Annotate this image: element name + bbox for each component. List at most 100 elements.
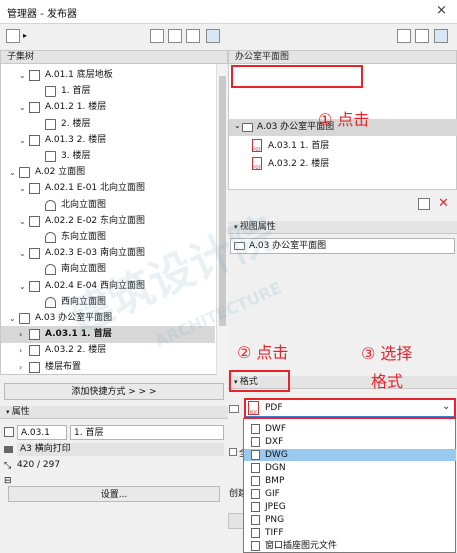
publisher-view-icon-right[interactable]: [434, 29, 448, 43]
chevron-down-icon[interactable]: ⌄: [19, 213, 26, 230]
tree-row-label: 楼层布置: [45, 361, 82, 372]
layer-icon: [45, 118, 56, 130]
page-icon: [29, 248, 40, 260]
chevron-right-icon[interactable]: ›: [19, 342, 22, 359]
prop-name-field[interactable]: 1. 首层: [70, 425, 224, 440]
chevron-down-icon[interactable]: ⌄: [9, 164, 16, 181]
tree-row[interactable]: ⌄ A.02 立面图: [1, 164, 215, 181]
annotation-step-1: ① 点击: [318, 110, 370, 129]
view-icon: [45, 296, 56, 308]
tree-row-label: 北向立面图: [61, 199, 107, 210]
layout-view-icon[interactable]: [168, 29, 182, 43]
page-icon: [29, 215, 40, 227]
tree-row-label: 3. 楼层: [61, 151, 91, 161]
page-icon: [29, 280, 40, 292]
tree-row[interactable]: › A.03.2 2. 楼层: [1, 342, 215, 359]
format-dropdown-list[interactable]: DWF DXF DWG DGN BMP GIF JPEG PNG TIFF 窗口插座图元文件: [243, 418, 456, 553]
pdf-icon: PDF: [252, 157, 262, 170]
format-option[interactable]: TIFF: [244, 527, 456, 539]
chevron-right-icon[interactable]: ▸: [23, 31, 27, 40]
annotation-box-3: [244, 398, 456, 419]
tree-row[interactable]: 1. 首层: [1, 83, 215, 100]
chevron-right-icon[interactable]: ›: [19, 326, 22, 343]
file-format-icon: [251, 528, 260, 538]
publish-set-header: 办公室平面图: [229, 51, 456, 64]
publisher-view-icon[interactable]: [206, 29, 220, 43]
pdf-item-label: A.03.1 1. 首层: [268, 141, 330, 151]
format-option[interactable]: BMP: [244, 475, 456, 487]
home-view-icon[interactable]: [150, 29, 164, 43]
file-format-icon: [251, 476, 260, 486]
close-icon[interactable]: ×: [436, 3, 447, 18]
page-icon: [29, 183, 40, 195]
chevron-down-icon: ⌄: [234, 121, 241, 130]
scrollbar-thumb[interactable]: [219, 76, 226, 326]
schedule-icon[interactable]: [418, 198, 430, 210]
annotation-box-1: [231, 65, 363, 88]
tree-row[interactable]: ⌄ A.02.2 E-02 东向立面图: [1, 213, 215, 230]
filter-icon[interactable]: [6, 29, 20, 43]
format-option[interactable]: PNG: [244, 514, 456, 526]
layout-view-icon-right[interactable]: [397, 29, 411, 43]
tree-row[interactable]: 3. 楼层: [1, 148, 215, 165]
drawing-view-icon[interactable]: [186, 29, 200, 43]
chevron-right-icon[interactable]: ›: [19, 359, 22, 376]
chevron-down-icon[interactable]: ⌄: [19, 67, 26, 84]
format-option-label: DWF: [265, 424, 287, 434]
format-option-label: GIF: [265, 489, 280, 499]
chevron-down-icon[interactable]: ⌄: [9, 310, 16, 327]
format-option[interactable]: JPEG: [244, 501, 456, 513]
tree-row[interactable]: › 楼层布置: [1, 359, 215, 376]
page-icon: [4, 427, 14, 437]
add-shortcut-button[interactable]: 添加快捷方式 > > >: [4, 383, 224, 400]
properties-header: ▾ 属性: [0, 406, 228, 419]
window-title: 管理器 - 发布器: [7, 9, 77, 20]
tree-row[interactable]: ⌄ A.01.2 1. 楼层: [1, 99, 215, 116]
drawing-view-icon-right[interactable]: [415, 29, 429, 43]
tree-row-label: A.02.1 E-01 北向立面图: [45, 183, 146, 194]
format-option-label: DGN: [265, 463, 286, 473]
page-icon: [29, 329, 40, 341]
delete-icon[interactable]: ✕: [438, 196, 449, 211]
format-option[interactable]: DXF: [244, 436, 456, 448]
chevron-down-icon[interactable]: ⌄: [19, 278, 26, 295]
page-icon: [29, 361, 40, 373]
format-option[interactable]: 窗口插座图元文件: [244, 540, 456, 552]
chevron-down-icon[interactable]: ⌄: [19, 132, 26, 149]
file-format-icon: [251, 515, 260, 525]
pdf-item-row[interactable]: PDF A.03.2 2. 楼层: [229, 155, 457, 173]
annotation-box-2: [229, 370, 290, 392]
checkbox[interactable]: [229, 448, 237, 456]
file-format-icon: [251, 541, 260, 551]
view-icon: [45, 264, 56, 276]
properties-title: 属性: [11, 407, 30, 417]
format-option-label: JPEG: [265, 502, 286, 512]
file-format-icon: [251, 450, 260, 460]
settings-button[interactable]: 设置...: [8, 486, 220, 502]
format-option-label: DXF: [265, 437, 284, 447]
sheet-icon: ⊟: [4, 476, 12, 486]
pdf-item-row[interactable]: PDF A.03.1 1. 首层: [229, 137, 457, 155]
format-option[interactable]: DWF: [244, 423, 456, 435]
tree-row[interactable]: ⌄ A.01.3 2. 楼层: [1, 132, 215, 149]
tree-row[interactable]: 北向立面图: [1, 197, 215, 214]
format-option[interactable]: GIF: [244, 488, 456, 500]
format-option[interactable]: DWG: [244, 449, 456, 461]
format-option-label: PNG: [265, 515, 285, 525]
prop-id-field[interactable]: A.03.1: [17, 425, 67, 440]
subset-tree-header: 子集树: [1, 51, 227, 64]
tree-row[interactable]: ⌄ A.01.1 底层地板: [1, 67, 215, 84]
tree-row[interactable]: ⌄ A.02.1 E-01 北向立面图: [1, 180, 215, 197]
chevron-down-icon[interactable]: ⌄: [19, 245, 26, 262]
tree-row-label: A.01.3 2. 楼层: [45, 134, 107, 145]
page-icon: [29, 102, 40, 114]
chevron-down-icon[interactable]: ⌄: [19, 180, 26, 197]
tree-row-label: A.02.2 E-02 东向立面图: [45, 215, 146, 226]
chevron-down-icon[interactable]: ⌄: [19, 99, 26, 116]
format-option[interactable]: DGN: [244, 462, 456, 474]
prop-layout[interactable]: A3 横向打印: [17, 443, 224, 456]
layer-icon: [45, 86, 56, 98]
tree-row-label: 2. 楼层: [61, 118, 91, 129]
file-format-icon: [251, 502, 260, 512]
tree-row[interactable]: 2. 楼层: [1, 116, 215, 133]
